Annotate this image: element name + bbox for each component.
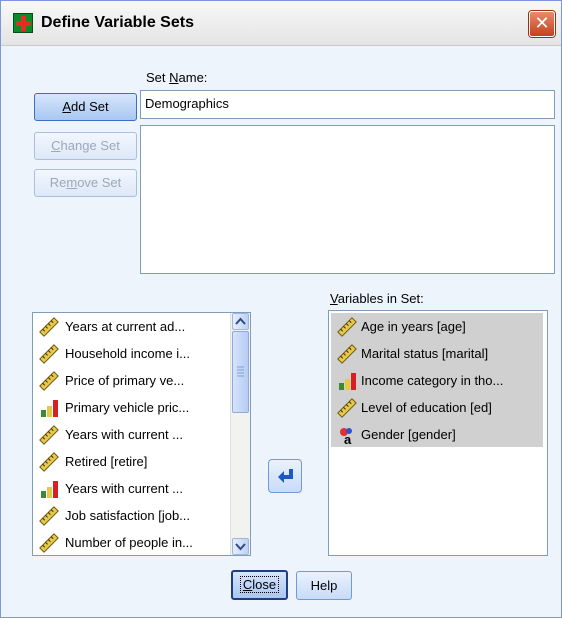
list-item-label: Years with current ... (65, 427, 184, 442)
available-variables-list[interactable]: Years at current ad... Household income i… (32, 312, 251, 556)
list-item-label: Household income i... (65, 346, 191, 361)
list-item[interactable]: Age in years [age] (331, 313, 543, 340)
add-set-mnemonic: A (62, 99, 72, 114)
list-item[interactable]: Marital status [marital] (331, 340, 543, 367)
list-item-label: Level of education [ed] (361, 400, 492, 415)
set-name-label: Set Name: (146, 70, 207, 85)
scale-ruler-icon (39, 452, 59, 472)
window-title: Define Variable Sets (41, 14, 194, 31)
list-item-label: Retired [retire] (65, 454, 148, 469)
thumb-grip-icon (237, 366, 244, 377)
list-item[interactable]: Price of primary ve... (33, 367, 250, 394)
svg-text:a: a (344, 432, 352, 445)
add-set-label-rest: dd Set (71, 99, 109, 114)
list-item-label: Years at current ad... (65, 319, 186, 334)
remove-set-mnemonic: m (66, 175, 78, 190)
list-item-label: Gender [gender] (361, 427, 456, 442)
list-item-label: Primary vehicle pric... (65, 400, 190, 415)
list-item-label: Number of people in... (65, 535, 193, 550)
scroll-down-button[interactable] (232, 538, 249, 555)
selected-variables-area: Age in years [age] Marital status [marita… (331, 313, 543, 447)
set-name-label-mnemonic: N (169, 70, 179, 85)
list-item-label: Price of primary ve... (65, 373, 185, 388)
list-item[interactable]: Level of education [ed] (331, 394, 543, 421)
close-button[interactable]: Close (231, 570, 288, 600)
list-item-label: Marital status [marital] (361, 346, 489, 361)
remove-set-button[interactable]: Remove Set (34, 169, 137, 197)
scroll-down-arrow-icon (235, 543, 246, 551)
variables-in-set-list[interactable]: Age in years [age] Marital status [marita… (328, 310, 548, 556)
dialog-body: Set Name: Demographics Add Set Change Se… (1, 46, 561, 617)
list-item[interactable]: Job satisfaction [job... (33, 502, 250, 529)
variables-in-set-label: Variables in Set: (330, 291, 424, 306)
change-set-label-rest: hange Set (60, 138, 120, 153)
list-item-label: Age in years [age] (361, 319, 466, 334)
variables-in-set-label-rest: ariables in Set: (337, 291, 424, 306)
list-item[interactable]: Primary vehicle pric... (33, 394, 250, 421)
list-item[interactable]: Income category in tho... (331, 367, 543, 394)
close-label-rest: lose (252, 577, 277, 592)
list-item-label: Years with current ... (65, 481, 184, 496)
close-button-focus: Close (239, 576, 280, 593)
scale-ruler-icon (39, 506, 59, 526)
list-item[interactable]: a Gender [gender] (331, 421, 543, 448)
set-name-input[interactable]: Demographics (140, 90, 555, 119)
scroll-up-button[interactable] (232, 313, 249, 330)
scale-ruler-icon (337, 344, 357, 364)
list-item-label: Income category in tho... (361, 373, 504, 388)
nominal-string-icon: a (340, 428, 352, 445)
ordinal-bars-icon (41, 481, 58, 498)
set-name-label-text-rest: ame: (178, 70, 208, 85)
list-item-label: Job satisfaction [job... (65, 508, 191, 523)
remove-set-label-rest: ove Set (77, 175, 122, 190)
left-arrow-icon (278, 469, 293, 483)
help-button[interactable]: Help (296, 571, 352, 600)
scroll-thumb[interactable] (232, 331, 249, 413)
scale-ruler-icon (39, 317, 59, 337)
scale-ruler-icon (39, 371, 59, 391)
list-item[interactable]: Number of people in... (33, 529, 250, 555)
list-item[interactable]: Years with current ... (33, 421, 250, 448)
list-item[interactable]: Household income i... (33, 340, 250, 367)
scroll-up-arrow-icon (235, 317, 246, 325)
set-description-box[interactable] (140, 125, 555, 274)
change-set-button[interactable]: Change Set (34, 132, 137, 160)
title-bar: Define Variable Sets ✕ (1, 1, 561, 46)
remove-set-label: Re (49, 175, 67, 190)
list-item[interactable]: Years at current ad... (33, 313, 250, 340)
close-mnemonic: C (242, 577, 253, 592)
scale-ruler-icon (39, 533, 59, 553)
change-set-mnemonic: C (51, 138, 61, 153)
ordinal-bars-icon (339, 373, 356, 390)
scale-ruler-icon (337, 398, 357, 418)
scale-ruler-icon (39, 425, 59, 445)
list-item[interactable]: Retired [retire] (33, 448, 250, 475)
list-item[interactable]: Years with current ... (33, 475, 250, 502)
available-list-scrollbar[interactable] (230, 313, 250, 555)
set-name-label-text: Set (146, 70, 170, 85)
add-set-button[interactable]: Add Set (34, 93, 137, 121)
scale-ruler-icon (39, 344, 59, 364)
move-to-available-button[interactable] (268, 459, 302, 493)
spss-app-icon (13, 13, 33, 33)
window-close-button[interactable]: ✕ (529, 11, 555, 37)
scale-ruler-icon (337, 317, 357, 337)
ordinal-bars-icon (41, 400, 58, 417)
variables-in-set-mnemonic: V (330, 291, 338, 306)
define-variable-sets-dialog: Define Variable Sets ✕ Set Name: Demogra… (0, 0, 562, 618)
